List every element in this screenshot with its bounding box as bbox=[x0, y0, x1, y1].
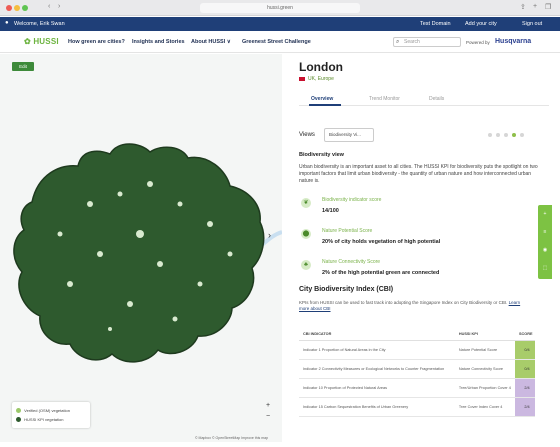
column-header: CBI INDICATOR bbox=[299, 328, 455, 341]
tab-trend-monitor[interactable]: Trend Monitor bbox=[369, 96, 400, 102]
legend-item: HUSSI KPI vegetation bbox=[16, 415, 86, 424]
panel-tabs: Overview Trend Monitor Details bbox=[299, 92, 549, 106]
cbi-indicator-cell: Indicator 1 Proportion of Natural Areas … bbox=[299, 340, 455, 360]
tab-details[interactable]: Details bbox=[429, 96, 444, 102]
target-icon[interactable]: ◉ bbox=[538, 241, 552, 259]
tree-icon: ♣ bbox=[301, 260, 311, 270]
uk-flag-icon bbox=[299, 77, 305, 81]
score-cell: 0/4 bbox=[515, 359, 535, 379]
share-icon[interactable]: ⇪ bbox=[520, 3, 526, 11]
score-cell: 2/4 bbox=[515, 378, 535, 398]
leaf-icon: ❦ bbox=[301, 198, 311, 208]
hussi-kpi-cell: Nature Potential Score bbox=[454, 340, 515, 360]
nav-how-green[interactable]: How green are cities? bbox=[68, 39, 125, 45]
add-city-link[interactable]: Add your city bbox=[465, 21, 497, 27]
country-label: UK, Europe bbox=[308, 76, 334, 82]
browser-toolbar: ‹ › hussi.green ⇪ + ❐ bbox=[0, 0, 560, 16]
side-tools-tab: + ≡ ◉ ⬚ bbox=[538, 205, 552, 279]
view-pagination bbox=[488, 133, 528, 139]
cbi-title: City Biodiversity Index (CBI) bbox=[299, 286, 394, 293]
tabs-overview-icon[interactable]: ❐ bbox=[545, 3, 551, 11]
column-header: HUSSI KPI bbox=[454, 328, 515, 341]
expand-icon[interactable]: + bbox=[538, 205, 552, 223]
legend-swatch-kpi bbox=[16, 417, 21, 423]
tab-overview[interactable]: Overview bbox=[311, 96, 333, 102]
legend-label: Verified (OSM) vegetation bbox=[24, 408, 70, 413]
cbi-indicator-cell: Indicator 10 Proportion of Protected Nat… bbox=[299, 378, 455, 398]
search-placeholder: Search bbox=[404, 39, 420, 45]
table-row[interactable]: Indicator 1 Proportion of Natural Areas … bbox=[299, 340, 535, 360]
zoom-in-button[interactable]: + bbox=[264, 402, 272, 410]
husqvarna-logo[interactable]: Husqvarna bbox=[495, 38, 531, 45]
city-panel: London UK, Europe Overview Trend Monitor… bbox=[282, 54, 560, 442]
hussi-kpi-cell: Nature Connectivity Score bbox=[454, 359, 515, 379]
back-icon[interactable]: ‹ bbox=[48, 3, 50, 10]
pagination-dot[interactable] bbox=[488, 133, 492, 137]
menu-icon[interactable]: ≡ bbox=[538, 223, 552, 241]
views-label: Views bbox=[299, 132, 315, 138]
table-row[interactable]: Indicator 2 Connectivity Measures or Eco… bbox=[299, 359, 535, 379]
edit-button[interactable]: Edit bbox=[12, 62, 34, 71]
cbi-table: CBI INDICATOR HUSSI KPI SCORE Indicator … bbox=[299, 328, 535, 417]
minimize-window-icon[interactable] bbox=[14, 5, 20, 11]
new-tab-icon[interactable]: + bbox=[533, 3, 537, 10]
biodiversity-heading: Biodiversity view bbox=[299, 152, 344, 158]
cbi-description: KPIs from HUSSI can be used to fast trac… bbox=[299, 300, 521, 311]
cbi-indicator-cell: Indicator 2 Connectivity Measures or Eco… bbox=[299, 359, 455, 379]
kpi-title: Biodiversity indicator score bbox=[322, 197, 382, 203]
pin-icon: ⬤ bbox=[301, 229, 311, 239]
city-title: London bbox=[299, 60, 343, 74]
nav-greenest-street[interactable]: Greenest Street Challenge bbox=[242, 39, 311, 45]
pagination-dot[interactable] bbox=[520, 133, 524, 137]
powered-by-label: Powered by bbox=[466, 40, 490, 45]
kpi-value: 20% of city holds vegetation of high pot… bbox=[322, 239, 441, 245]
legend-label: HUSSI KPI vegetation bbox=[24, 417, 64, 422]
vegetation-map[interactable]: Edit › Verified (OSM) vegetation HUSSI K… bbox=[0, 54, 282, 442]
forward-icon[interactable]: › bbox=[58, 3, 60, 10]
sign-out-link[interactable]: Sign out bbox=[522, 21, 542, 27]
main-navigation: ✿ HUSSI How green are cities? Insights a… bbox=[0, 31, 560, 53]
search-input[interactable]: ⌕ Search bbox=[393, 37, 461, 47]
views-select[interactable]: Biodiversity Vi... bbox=[324, 128, 374, 142]
zoom-out-button[interactable]: − bbox=[264, 413, 272, 421]
legend-swatch-verified bbox=[16, 408, 21, 414]
close-window-icon[interactable] bbox=[6, 5, 12, 11]
legend-item: Verified (OSM) vegetation bbox=[16, 406, 86, 415]
account-strip: ● Welcome, Erik Swan Test Domain Add you… bbox=[0, 17, 560, 31]
score-cell: 0/4 bbox=[515, 340, 535, 360]
map-attribution[interactable]: © Mapbox © OpenStreetMap Improve this ma… bbox=[195, 436, 268, 440]
biodiversity-description: Urban biodiversity is an important asset… bbox=[299, 164, 538, 184]
search-icon: ⌕ bbox=[396, 39, 400, 45]
maximize-window-icon[interactable] bbox=[22, 5, 28, 11]
welcome-text: Welcome, Erik Swan bbox=[14, 21, 65, 27]
address-bar[interactable]: hussi.green bbox=[200, 3, 360, 13]
hussi-kpi-cell: Tree/Urban Proportion Cover 4 bbox=[454, 378, 515, 398]
kpi-value: 2% of the high potential green are conne… bbox=[322, 270, 440, 276]
vegetation-coverage-area[interactable] bbox=[13, 143, 265, 363]
cbi-indicator-cell: Indicator 15 Carbon Sequestration Benefi… bbox=[299, 397, 455, 417]
nav-insights[interactable]: Insights and Stories bbox=[132, 39, 185, 45]
map-canvas[interactable] bbox=[0, 54, 282, 442]
hussi-kpi-cell: Tree Cover Index Cover 4 bbox=[454, 397, 515, 417]
kpi-value: 14/100 bbox=[322, 208, 339, 214]
frame-icon[interactable]: ⬚ bbox=[538, 259, 552, 277]
nav-about[interactable]: About HUSSI ∨ bbox=[191, 39, 231, 45]
active-tab-indicator bbox=[309, 104, 341, 106]
pagination-dot-active[interactable] bbox=[512, 133, 516, 137]
pagination-dot[interactable] bbox=[496, 133, 500, 137]
table-header-row: CBI INDICATOR HUSSI KPI SCORE bbox=[299, 328, 535, 341]
table-row[interactable]: Indicator 10 Proportion of Protected Nat… bbox=[299, 378, 535, 398]
test-domain-link[interactable]: Test Domain bbox=[420, 21, 451, 27]
map-legend: Verified (OSM) vegetation HUSSI KPI vege… bbox=[12, 402, 90, 428]
table-row[interactable]: Indicator 15 Carbon Sequestration Benefi… bbox=[299, 397, 535, 417]
user-icon: ● bbox=[5, 20, 9, 26]
collapse-map-arrow-icon[interactable]: › bbox=[268, 230, 271, 240]
pagination-dot[interactable] bbox=[504, 133, 508, 137]
hussi-logo[interactable]: ✿ HUSSI bbox=[24, 37, 59, 46]
cbi-text: KPIs from HUSSI can be used to fast trac… bbox=[299, 300, 507, 305]
kpi-title: Nature Connectivity Score bbox=[322, 259, 381, 265]
column-header: SCORE bbox=[515, 328, 535, 341]
score-cell: 2/4 bbox=[515, 397, 535, 417]
kpi-title: Nature Potential Score bbox=[322, 228, 373, 234]
